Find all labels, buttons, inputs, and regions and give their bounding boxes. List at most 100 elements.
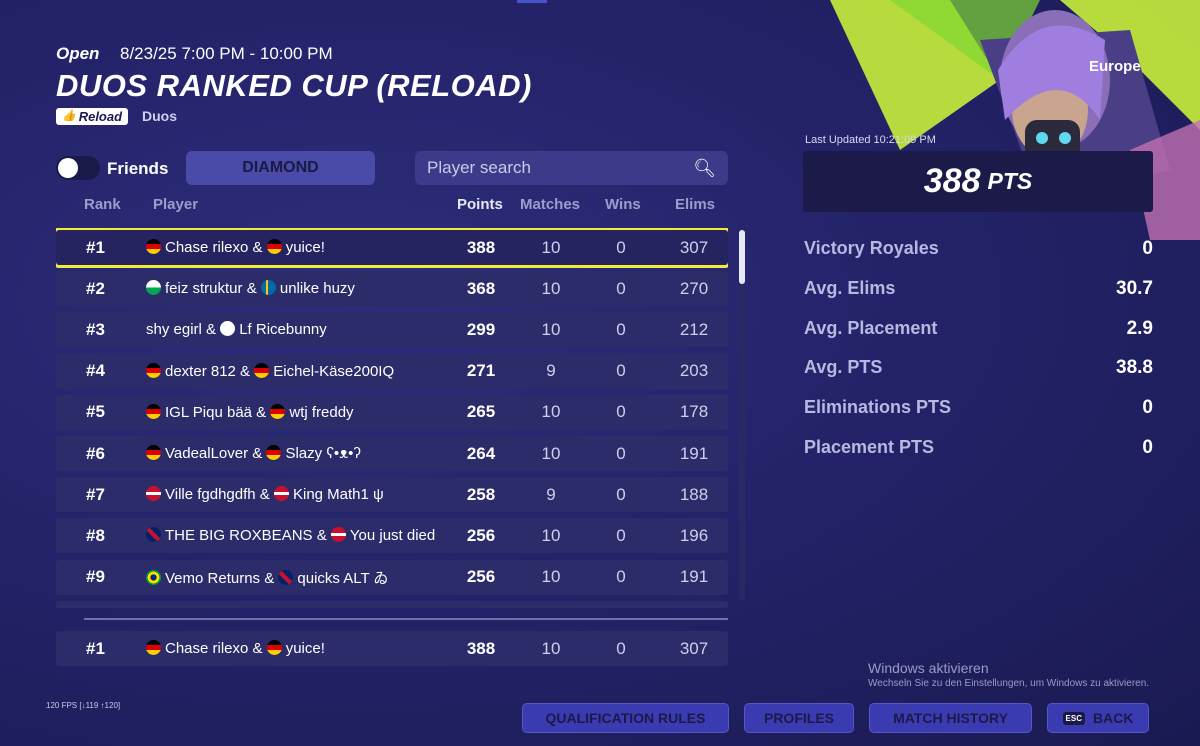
flag-icon [278, 569, 294, 585]
profiles-button[interactable]: PROFILES [744, 703, 854, 733]
row-wins: 0 [616, 237, 626, 257]
player-search[interactable]: 🔍︎ [415, 151, 728, 185]
flag-icon [270, 403, 286, 419]
tab-diamond[interactable]: DIAMOND [186, 151, 375, 185]
stat-label: Avg. Placement [804, 317, 938, 338]
row-rank: #1 [86, 237, 105, 257]
total-points: 388 [923, 162, 981, 200]
col-wins[interactable]: Wins [605, 196, 641, 213]
stat-label: Avg. PTS [804, 357, 883, 378]
table-row[interactable]: #6 VadealLover & Slazy ʕ•ᴥ•ʔ 264 10 0 191 [56, 436, 728, 471]
row-elims: 212 [679, 319, 709, 339]
table-row[interactable]: #9 Vemo Returns & quicks ALT ゐ 256 10 0 191 [56, 559, 728, 595]
row-player: Chase rilexo & yuice! [146, 239, 325, 256]
friends-toggle[interactable] [56, 156, 100, 180]
back-button[interactable]: ESC BACK [1047, 703, 1149, 733]
table-row[interactable]: #3 shy egirl & Lf Ricebunny 299 10 0 212 [56, 312, 728, 348]
row-player: Ville fgdhgdfh & King Math1 ψ [146, 486, 384, 503]
mode-type: Duos [142, 108, 177, 124]
qualification-rules-button[interactable]: QUALIFICATION RULES [522, 703, 729, 733]
table-row[interactable]: #2 feiz struktur & unlike huzy 368 10 0 270 [56, 271, 728, 307]
col-player: Player [153, 196, 199, 213]
scrollbar-thumb[interactable] [739, 230, 745, 284]
table-row[interactable]: #4 dexter 812 & Eichel-Käse200IQ 271 9 0 203 [56, 353, 728, 389]
reload-badge: 👍 Reload [56, 108, 129, 125]
total-points-unit: PTS [987, 168, 1033, 194]
flag-icon [266, 239, 282, 254]
col-matches[interactable]: Matches [520, 196, 580, 213]
scrollbar-track[interactable] [739, 230, 745, 600]
row-rank: #3 [86, 319, 105, 339]
row-matches: 10 [541, 319, 561, 339]
page-title: DUOS RANKED CUP (RELOAD) [56, 68, 532, 103]
event-date-range: 8/23/25 7:00 PM - 10:00 PM [120, 44, 333, 63]
table-row[interactable]: #8 THE BIG ROXBEANS & You just died 256 10 0… [56, 518, 728, 554]
stat-label: Placement PTS [804, 437, 935, 457]
row-matches: 9 [546, 361, 556, 381]
flag-icon [146, 569, 161, 585]
fps-counter: 120 FPS [↓119 ↑120] [46, 701, 121, 710]
table-row[interactable] [56, 600, 728, 608]
row-matches: 10 [541, 443, 561, 463]
region-label: Europe [1089, 58, 1141, 75]
flag-icon [220, 321, 236, 337]
row-player: dexter 812 & Eichel-Käse200IQ [146, 362, 394, 380]
windows-watermark-subtitle: Wechseln Sie zu den Einstellungen, um Wi… [868, 678, 1150, 689]
stat-value: 0 [1142, 397, 1153, 419]
row-points: 271 [466, 361, 496, 381]
row-wins: 0 [616, 402, 626, 422]
row-rank: #8 [86, 525, 105, 545]
row-elims: 307 [679, 237, 709, 257]
row-player: feiz struktur & unlike huzy [146, 280, 355, 297]
row-matches: 10 [541, 402, 561, 422]
search-input[interactable] [427, 158, 667, 178]
my-team-row[interactable]: #1 Chase rilexo & yuice! 388 10 0 307 [56, 631, 728, 666]
row-matches: 10 [541, 567, 561, 587]
col-elims[interactable]: Elims [675, 196, 715, 213]
row-points: 256 [466, 525, 496, 545]
col-rank: Rank [84, 196, 121, 213]
row-wins: 0 [616, 567, 626, 587]
row-wins: 0 [616, 278, 626, 298]
flag-icon [266, 640, 282, 655]
flag-icon [146, 403, 161, 419]
table-row[interactable]: #5 IGL Piqu bää & wtj freddy 265 10 0 178 [56, 394, 728, 430]
flag-icon [273, 486, 289, 502]
esc-key-icon: ESC [1062, 711, 1085, 725]
table-row[interactable]: #7 Ville fgdhgdfh & King Math1 ψ 258 9 0 188 [56, 477, 728, 513]
row-wins: 0 [616, 319, 626, 339]
stat-value: 0 [1142, 238, 1153, 259]
row-rank: #5 [86, 402, 105, 422]
reload-badge-label: Reload [78, 109, 123, 124]
row-rank: #9 [86, 567, 105, 587]
match-history-button[interactable]: MATCH HISTORY [869, 703, 1032, 733]
stat-label: Avg. Elims [804, 277, 896, 298]
flag-icon [146, 239, 161, 254]
row-points: 256 [466, 567, 496, 587]
row-wins: 0 [616, 525, 626, 545]
stat-label: Victory Royales [804, 238, 939, 258]
row-rank: #6 [86, 443, 105, 463]
row-rank: #2 [86, 278, 105, 298]
search-icon[interactable]: 🔍︎ [693, 158, 716, 179]
row-elims: 188 [679, 484, 709, 504]
row-rank: #4 [86, 361, 105, 381]
top-indicator [517, 0, 547, 3]
row-elims: 191 [679, 567, 709, 587]
stat-value: 0 [1142, 437, 1153, 458]
row-matches: 10 [541, 525, 561, 545]
col-points[interactable]: Points [457, 196, 503, 213]
row-matches: 10 [541, 237, 561, 257]
table-row[interactable]: #1 Chase rilexo & yuice! 388 10 0 307 [56, 228, 728, 268]
stat-label: Eliminations PTS [804, 397, 952, 418]
row-points: 264 [466, 443, 496, 463]
row-elims: 203 [679, 361, 709, 381]
row-points: 265 [466, 402, 496, 422]
stat-value: 30.7 [1116, 277, 1153, 299]
flag-icon [146, 486, 161, 502]
row-player: Chase rilexo & yuice! [146, 640, 325, 657]
row-matches: 10 [541, 638, 561, 658]
total-points-box: 388 PTS [803, 151, 1153, 212]
row-matches: 9 [546, 484, 556, 504]
row-player: IGL Piqu bää & wtj freddy [146, 403, 354, 421]
